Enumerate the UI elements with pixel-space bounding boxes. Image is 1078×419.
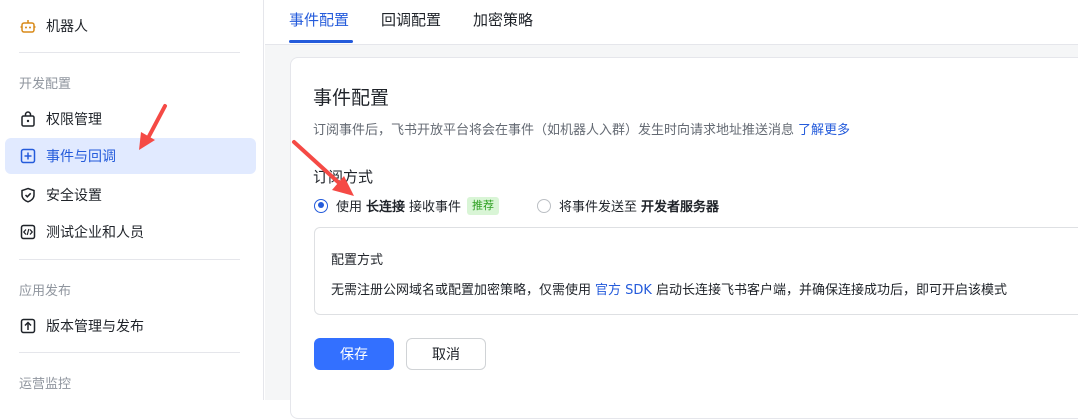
description-text: 订阅事件后，飞书开放平台将会在事件（如机器人入群）发生时向请求地址推送消息: [313, 123, 795, 138]
sidebar-divider: [19, 52, 240, 53]
radio-unchecked-icon[interactable]: [537, 198, 551, 213]
sidebar-item-label: 测试企业和人员: [46, 225, 144, 241]
sidebar-item-label: 事件与回调: [46, 149, 116, 165]
sidebar: 机器人 开发配置 权限管理 事件与回调 安全设置 测试企业和人员 应用发布 版本…: [0, 0, 264, 400]
annotation-arrow-icon: [292, 140, 354, 196]
sidebar-item-version-release[interactable]: 版本管理与发布: [5, 308, 256, 344]
option2-prefix: 将事件发送至: [559, 200, 638, 215]
option2-bold: 开发者服务器: [641, 200, 720, 215]
learn-more-link[interactable]: 了解更多: [798, 123, 850, 138]
upload-icon: [20, 318, 36, 334]
sidebar-item-bot[interactable]: 机器人: [5, 8, 256, 44]
sidebar-item-label: 安全设置: [46, 188, 102, 204]
sidebar-item-permissions[interactable]: 权限管理: [5, 101, 256, 137]
config-method-title: 配置方式: [331, 253, 384, 268]
config-desc-prefix: 无需注册公网域名或配置加密策略，仅需使用: [331, 283, 592, 298]
cancel-button[interactable]: 取消: [406, 338, 486, 370]
sidebar-item-events[interactable]: 事件与回调: [5, 138, 256, 174]
event-icon: [20, 148, 36, 164]
sidebar-item-security[interactable]: 安全设置: [5, 177, 256, 213]
page-title: 事件配置: [313, 87, 390, 109]
recommended-badge: 推荐: [467, 196, 500, 215]
sidebar-bot-label: 机器人: [46, 19, 88, 35]
option1-bold: 长连接: [366, 200, 406, 215]
sidebar-item-label: 权限管理: [46, 112, 102, 128]
robot-icon: [20, 18, 36, 34]
active-tab-indicator: [289, 40, 353, 43]
lock-icon: [20, 111, 36, 127]
section-dev-config: 开发配置: [19, 77, 72, 92]
config-desc-suffix: 启动长连接飞书客户端，并确保连接成功后，即可开启该模式: [655, 283, 1007, 298]
tab-callback-config[interactable]: 回调配置: [381, 0, 441, 44]
tab-encryption-policy[interactable]: 加密策略: [473, 0, 533, 44]
official-sdk-link[interactable]: 官方 SDK: [595, 283, 652, 298]
section-ops-monitoring: 运营监控: [19, 377, 72, 392]
radio-developer-server[interactable]: 将事件发送至 开发者服务器: [537, 196, 723, 215]
option1-suffix: 接收事件: [409, 200, 462, 215]
config-method-description: 无需注册公网域名或配置加密策略，仅需使用 官方 SDK 启动长连接飞书客户端，并确保…: [331, 279, 1007, 298]
sidebar-divider: [19, 352, 240, 353]
code-icon: [20, 224, 36, 240]
sidebar-item-label: 版本管理与发布: [46, 319, 144, 335]
sidebar-divider: [19, 259, 240, 260]
config-method-box: [314, 227, 1078, 315]
tab-event-config[interactable]: 事件配置: [289, 0, 349, 44]
shield-icon: [20, 187, 36, 203]
save-button[interactable]: 保存: [314, 338, 394, 370]
annotation-arrow-icon: [139, 104, 167, 150]
sidebar-item-test-enterprise[interactable]: 测试企业和人员: [5, 214, 256, 250]
page-description: 订阅事件后，飞书开放平台将会在事件（如机器人入群）发生时向请求地址推送消息 了解更…: [313, 119, 850, 138]
section-app-release: 应用发布: [19, 284, 72, 299]
